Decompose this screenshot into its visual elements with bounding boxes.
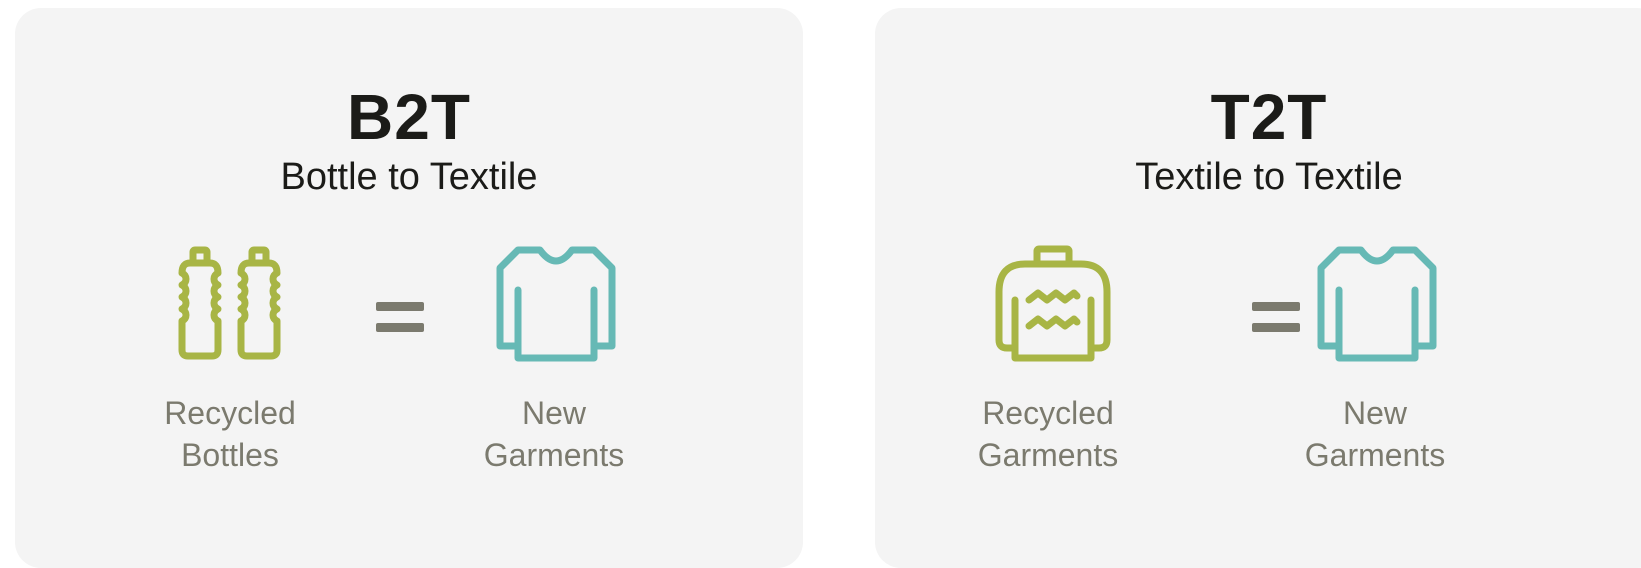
equals-sign [1252,302,1300,332]
b2t-card: B2T Bottle to Textile Recycled Bottles N… [15,8,803,568]
card-subtitle: Bottle to Textile [280,156,538,198]
input-label-line1: Recycled [982,395,1114,431]
output-label: New Garments [1265,392,1485,476]
input-label-line2: Bottles [181,437,279,473]
equals-sign [376,302,424,332]
sweater-icon [995,245,1111,362]
card-code: B2T [347,81,471,153]
input-label: Recycled Garments [938,392,1158,476]
output-label-line1: New [1342,395,1407,431]
output-label-line2: Garments [1304,437,1446,473]
input-label-line2: Garments [977,437,1119,473]
shirt-icon [1317,246,1437,362]
card-code: T2T [1210,81,1328,153]
t2t-card: T2T Textile to Textile Recycled Garments… [875,8,1641,568]
output-label-line2: Garments [483,437,625,473]
output-label-line1: New [521,395,586,431]
input-label: Recycled Bottles [120,392,340,476]
card-subtitle: Textile to Textile [1135,156,1403,198]
bottles-icon [178,246,281,360]
input-label-line1: Recycled [164,395,296,431]
shirt-icon [496,246,616,362]
output-label: New Garments [444,392,664,476]
